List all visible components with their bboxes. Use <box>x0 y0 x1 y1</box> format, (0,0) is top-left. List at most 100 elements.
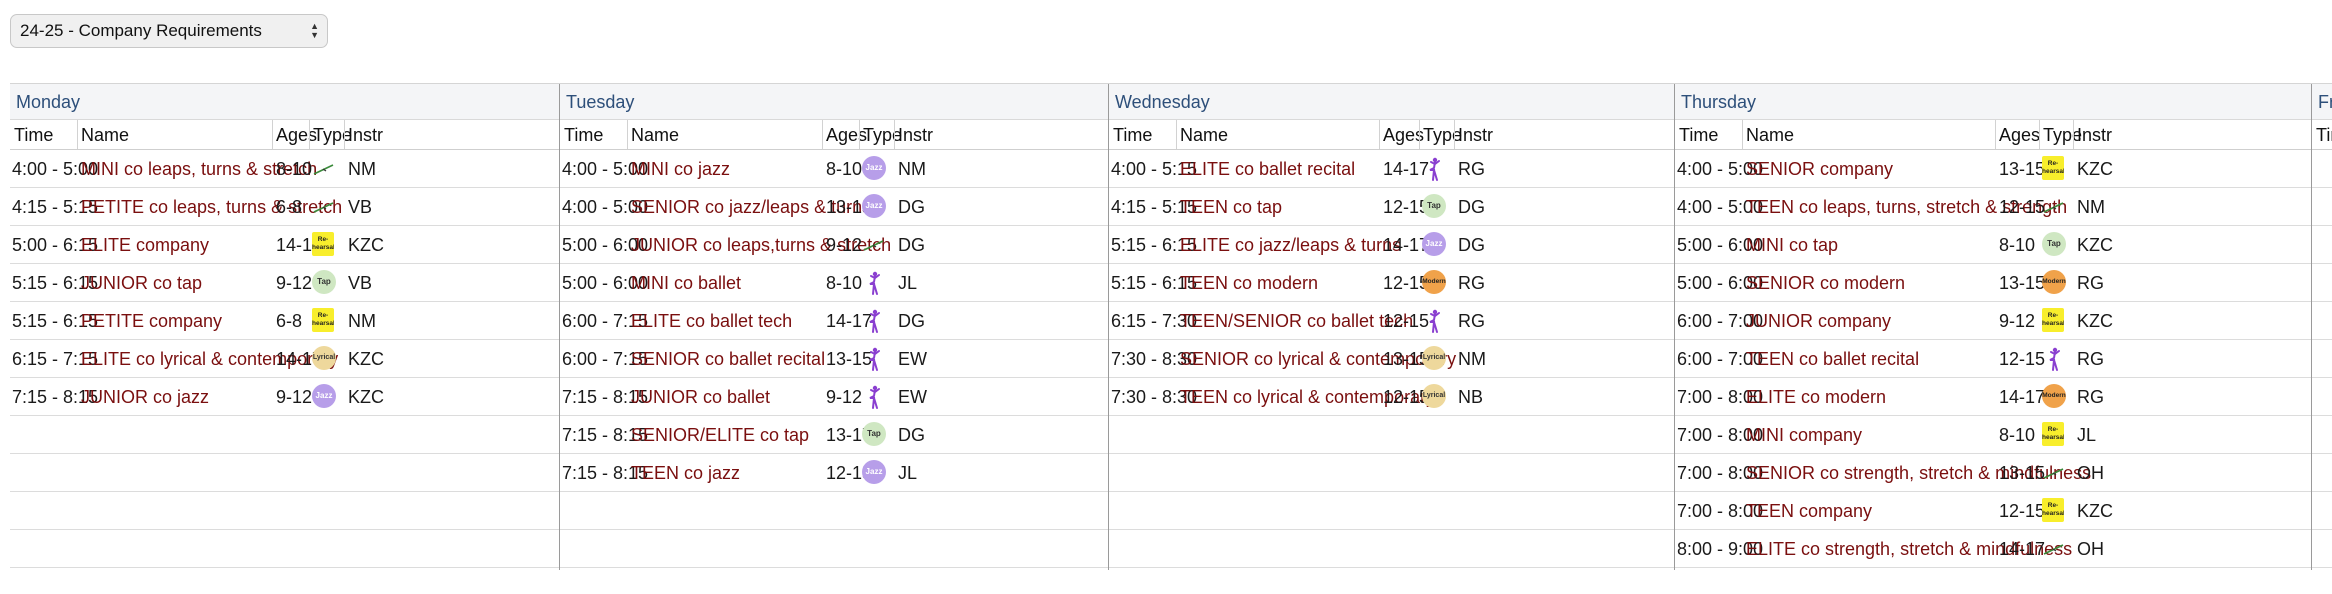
class-name-link[interactable]: ELITE company <box>81 235 209 256</box>
day-header: Thursday <box>1675 84 2311 120</box>
column-header-time[interactable]: Time <box>2316 125 2332 146</box>
class-instructor: DG <box>1458 197 1485 217</box>
class-name-link[interactable]: PETITE co leaps, turns & stretch <box>81 197 342 218</box>
column-header-instr[interactable]: Instr <box>2077 125 2112 146</box>
class-name-link[interactable]: ELITE co jazz/leaps & turns <box>1180 235 1401 256</box>
table-row <box>2312 188 2332 226</box>
rehearsal-type-icon: Re-hearsal <box>2042 308 2064 332</box>
table-row: 6:00 - 7:00 JUNIOR company 9-12 Re-hearsal K… <box>1675 302 2311 340</box>
class-name-link[interactable]: SENIOR/ELITE co tap <box>631 425 809 446</box>
table-row: 4:15 - 5:15 TEEN co tap 12-15 Tap DG <box>1109 188 1674 226</box>
modern-type-icon: Modern <box>2042 384 2066 408</box>
ballerina-icon <box>869 385 880 409</box>
table-row: 4:00 - 5:00 SENIOR co jazz/leaps & turns 1… <box>560 188 1108 226</box>
class-name-link[interactable]: TEEN/SENIOR co ballet tech <box>1180 311 1413 332</box>
class-ages: 8-10 <box>276 159 313 179</box>
class-name-link[interactable]: JUNIOR co ballet <box>631 387 770 408</box>
class-name-link[interactable]: TEEN co jazz <box>631 463 740 484</box>
table-row: 8:00 - 9:00 ELITE co strength, stretch & … <box>1675 530 2311 568</box>
class-name-link[interactable]: JUNIOR co jazz <box>81 387 209 408</box>
class-name-link[interactable]: SENIOR co modern <box>1746 273 1905 294</box>
table-row <box>1109 416 1674 454</box>
column-header-time[interactable]: Time <box>14 125 53 146</box>
column-header-type[interactable]: Type <box>313 125 352 146</box>
class-name-link[interactable]: PETITE company <box>81 311 222 332</box>
rehearsal-type-icon: Re-hearsal <box>2042 422 2064 446</box>
day-header: Monday <box>10 84 559 120</box>
table-row: 5:15 - 6:15 JUNIOR co tap 9-12 Tap VB <box>10 264 559 302</box>
select-arrows-icon: ▲ ▼ <box>310 21 319 40</box>
class-instructor: DG <box>898 311 925 331</box>
column-header-type[interactable]: Type <box>863 125 902 146</box>
table-row <box>10 416 559 454</box>
class-name-link[interactable]: JUNIOR co tap <box>81 273 202 294</box>
table-row: 4:00 - 5:00 MINI co jazz 8-10 Jazz NM <box>560 150 1108 188</box>
column-headers: Time <box>2312 120 2332 150</box>
table-row <box>560 492 1108 530</box>
table-row: 4:00 - 5:00 TEEN co leaps, turns, stretch… <box>1675 188 2311 226</box>
column-header-instr[interactable]: Instr <box>898 125 933 146</box>
modern-type-icon: Modern <box>1422 270 1446 294</box>
column-header-instr[interactable]: Instr <box>1458 125 1493 146</box>
leap-line-icon <box>2043 468 2064 479</box>
class-instructor: DG <box>1458 235 1485 255</box>
ballerina-icon <box>869 309 880 333</box>
column-header-ages[interactable]: Ages <box>1999 125 2040 146</box>
class-instructor: JL <box>898 463 918 483</box>
column-header-ages[interactable]: Ages <box>826 125 867 146</box>
column-divider <box>2073 120 2074 149</box>
class-instructor: OH <box>2077 539 2104 559</box>
class-name-link[interactable]: ELITE co modern <box>1746 387 1886 408</box>
class-instructor: NM <box>898 159 926 179</box>
class-name-link[interactable]: TEEN co tap <box>1180 197 1282 218</box>
class-name-link[interactable]: MINI co tap <box>1746 235 1838 256</box>
class-instructor: JL <box>898 273 918 293</box>
class-instructor: DG <box>898 425 925 445</box>
class-name-link[interactable]: MINI company <box>1746 425 1862 446</box>
column-header-time[interactable]: Time <box>1679 125 1718 146</box>
schedule-selector-dropdown[interactable]: 24-25 - Company Requirements ▲ ▼ <box>10 14 328 48</box>
column-divider <box>1176 120 1177 149</box>
column-header-ages[interactable]: Ages <box>276 125 317 146</box>
class-name-link[interactable]: SENIOR co ballet recital <box>631 349 825 370</box>
class-name-link[interactable]: TEEN co ballet recital <box>1746 349 1919 370</box>
column-header-name[interactable]: Name <box>1746 125 1794 146</box>
table-row: 7:00 - 8:00 MINI company 8-10 Re-hearsal JL <box>1675 416 2311 454</box>
class-ages: 13-15 <box>1999 463 2046 483</box>
class-name-link[interactable]: TEEN co modern <box>1180 273 1318 294</box>
table-row <box>2312 150 2332 188</box>
column-header-type[interactable]: Type <box>1423 125 1462 146</box>
column-header-time[interactable]: Time <box>564 125 603 146</box>
class-name-link[interactable]: TEEN company <box>1746 501 1872 522</box>
tap-type-icon: Tap <box>312 270 336 294</box>
column-header-instr[interactable]: Instr <box>348 125 383 146</box>
table-row <box>2312 492 2332 530</box>
jazz-type-icon: Jazz <box>312 384 336 408</box>
class-instructor: NM <box>348 311 376 331</box>
column-header-name[interactable]: Name <box>631 125 679 146</box>
class-name-link[interactable]: MINI co ballet <box>631 273 741 294</box>
class-instructor: OH <box>2077 463 2104 483</box>
class-instructor: KZC <box>2077 501 2113 521</box>
leap-line-icon <box>313 202 334 213</box>
table-row: 6:15 - 7:30 TEEN/SENIOR co ballet tech 12-… <box>1109 302 1674 340</box>
day-header: Tuesday <box>560 84 1108 120</box>
class-ages: 13-15 <box>1999 273 2046 293</box>
class-name-link[interactable]: MINI co jazz <box>631 159 730 180</box>
class-name-link[interactable]: ELITE co ballet tech <box>631 311 792 332</box>
class-instructor: KZC <box>2077 235 2113 255</box>
day-column-tuesday: Tuesday Time Name Ages Type Instr 4:00 - 5:00 M… <box>559 84 1108 570</box>
column-header-ages[interactable]: Ages <box>1383 125 1424 146</box>
class-instructor: NM <box>1458 349 1486 369</box>
day-header: Wednesday <box>1109 84 1674 120</box>
class-name-link[interactable]: SENIOR company <box>1746 159 1893 180</box>
class-instructor: RG <box>1458 159 1485 179</box>
column-header-name[interactable]: Name <box>81 125 129 146</box>
class-name-link[interactable]: ELITE co ballet recital <box>1180 159 1355 180</box>
column-header-time[interactable]: Time <box>1113 125 1152 146</box>
class-name-link[interactable]: JUNIOR company <box>1746 311 1891 332</box>
column-header-name[interactable]: Name <box>1180 125 1228 146</box>
lyrical-type-icon: Lyrical <box>1422 384 1446 408</box>
class-instructor: VB <box>348 273 373 293</box>
class-ages: 9-12 <box>826 387 863 407</box>
